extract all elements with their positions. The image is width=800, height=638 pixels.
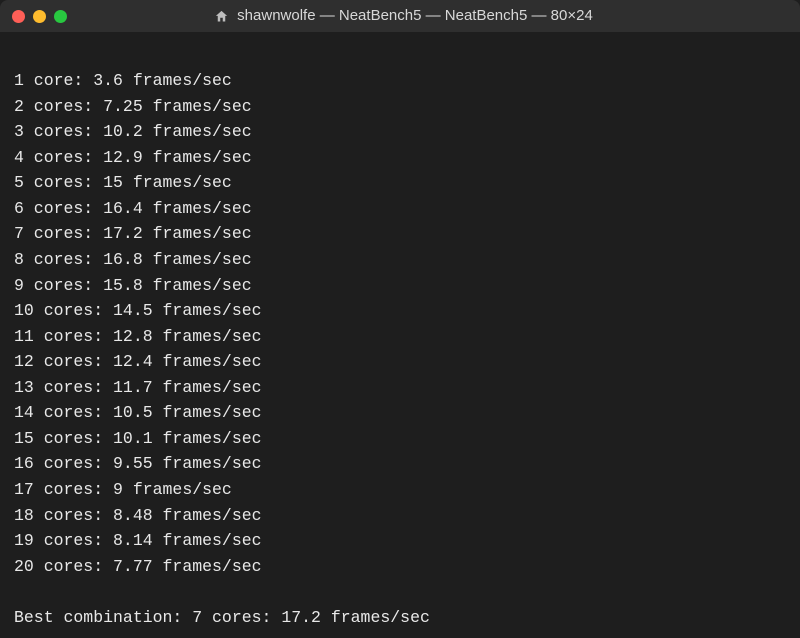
blank-line xyxy=(14,579,786,605)
result-text: 18 cores: 8.48 frames/sec xyxy=(14,506,262,525)
result-row: 8 cores: 16.8 frames/sec xyxy=(14,247,786,273)
result-row: 12 cores: 12.4 frames/sec xyxy=(14,349,786,375)
result-text: 4 cores: 12.9 frames/sec xyxy=(14,148,252,167)
result-text: 1 core: 3.6 frames/sec xyxy=(14,71,232,90)
result-row: 10 cores: 14.5 frames/sec xyxy=(14,298,786,324)
result-row: 16 cores: 9.55 frames/sec xyxy=(14,451,786,477)
result-text: 20 cores: 7.77 frames/sec xyxy=(14,557,262,576)
result-text: 5 cores: 15 frames/sec xyxy=(14,173,232,192)
result-row: 9 cores: 15.8 frames/sec xyxy=(14,273,786,299)
result-row: 3 cores: 10.2 frames/sec xyxy=(14,119,786,145)
result-row: 19 cores: 8.14 frames/sec xyxy=(14,528,786,554)
result-text: 2 cores: 7.25 frames/sec xyxy=(14,97,252,116)
result-text: 3 cores: 10.2 frames/sec xyxy=(14,122,252,141)
result-row: 7 cores: 17.2 frames/sec xyxy=(14,221,786,247)
result-text: 19 cores: 8.14 frames/sec xyxy=(14,531,262,550)
home-icon xyxy=(214,9,229,24)
terminal-output[interactable]: 1 core: 3.6 frames/sec 2 cores: 7.25 fram… xyxy=(0,32,800,638)
window-title-area: shawnwolfe — NeatBench5 — NeatBench5 — 8… xyxy=(19,4,788,27)
result-row: 5 cores: 15 frames/sec xyxy=(14,170,786,196)
result-text: 17 cores: 9 frames/sec xyxy=(14,480,232,499)
result-row: 15 cores: 10.1 frames/sec xyxy=(14,426,786,452)
result-row: 17 cores: 9 frames/sec xyxy=(14,477,786,503)
result-text: 16 cores: 9.55 frames/sec xyxy=(14,454,262,473)
result-text: 9 cores: 15.8 frames/sec xyxy=(14,276,252,295)
result-row: 14 cores: 10.5 frames/sec xyxy=(14,400,786,426)
result-text: 12 cores: 12.4 frames/sec xyxy=(14,352,262,371)
window-titlebar[interactable]: shawnwolfe — NeatBench5 — NeatBench5 — 8… xyxy=(0,0,800,32)
result-row: 1 core: 3.6 frames/sec xyxy=(14,68,786,94)
result-row: 20 cores: 7.77 frames/sec xyxy=(14,554,786,580)
best-combination-line: Best combination: 7 cores: 17.2 frames/s… xyxy=(14,605,786,631)
result-row: 18 cores: 8.48 frames/sec xyxy=(14,503,786,529)
result-row: 6 cores: 16.4 frames/sec xyxy=(14,196,786,222)
result-text: 7 cores: 17.2 frames/sec xyxy=(14,224,252,243)
result-text: 15 cores: 10.1 frames/sec xyxy=(14,429,262,448)
result-text: 14 cores: 10.5 frames/sec xyxy=(14,403,262,422)
result-row: 13 cores: 11.7 frames/sec xyxy=(14,375,786,401)
result-text: 6 cores: 16.4 frames/sec xyxy=(14,199,252,218)
result-row: 2 cores: 7.25 frames/sec xyxy=(14,94,786,120)
result-text: 11 cores: 12.8 frames/sec xyxy=(14,327,262,346)
result-text: 13 cores: 11.7 frames/sec xyxy=(14,378,262,397)
result-row: 4 cores: 12.9 frames/sec xyxy=(14,145,786,171)
best-text: Best combination: 7 cores: 17.2 frames/s… xyxy=(14,608,430,627)
window-title: shawnwolfe — NeatBench5 — NeatBench5 — 8… xyxy=(237,4,593,27)
result-text: 10 cores: 14.5 frames/sec xyxy=(14,301,262,320)
result-text: 8 cores: 16.8 frames/sec xyxy=(14,250,252,269)
result-row: 11 cores: 12.8 frames/sec xyxy=(14,324,786,350)
